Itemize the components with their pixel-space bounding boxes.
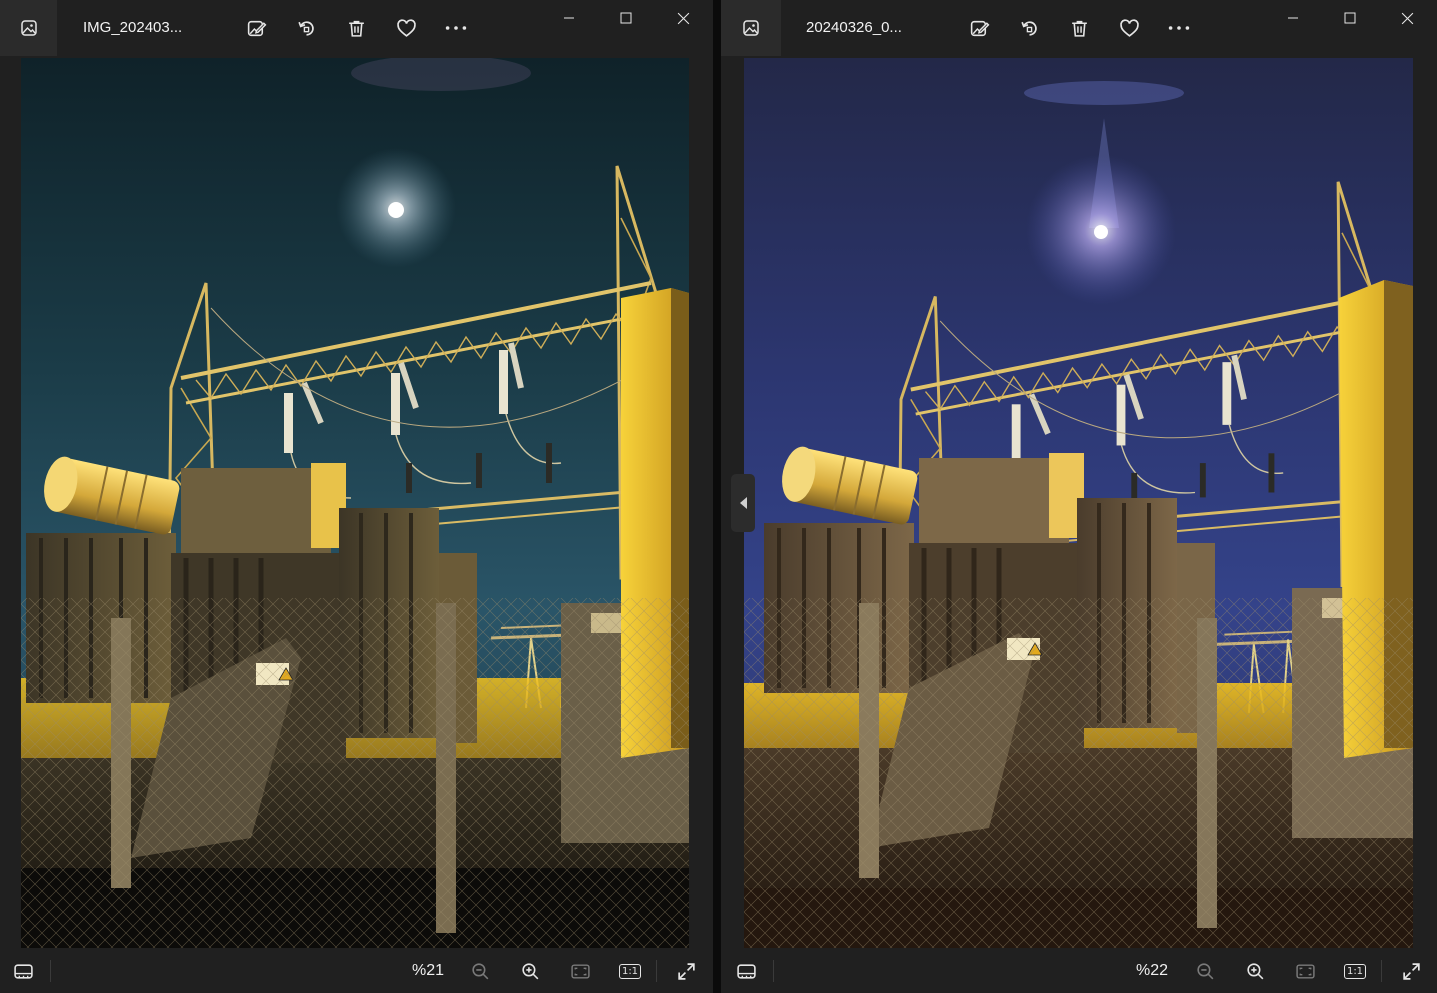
photos-app-icon[interactable] [721, 0, 781, 56]
delete-icon[interactable] [342, 14, 370, 42]
fit-to-window-icon[interactable] [566, 957, 594, 985]
maximize-button[interactable] [611, 4, 641, 32]
rotate-icon[interactable] [292, 14, 320, 42]
toolbar-separator [773, 960, 774, 982]
zoom-in-icon[interactable] [1241, 957, 1269, 985]
photo-canvas[interactable] [21, 58, 689, 948]
actual-size-icon: 1:1 [618, 963, 642, 979]
close-button[interactable] [668, 4, 698, 32]
photo-canvas[interactable] [744, 58, 1413, 948]
collapse-panel-button[interactable] [731, 474, 755, 532]
maximize-button[interactable] [1335, 4, 1365, 32]
favorite-icon[interactable] [1115, 14, 1143, 42]
minimize-button[interactable] [1278, 4, 1308, 32]
fullscreen-icon[interactable] [672, 957, 700, 985]
zoom-out-icon[interactable] [1191, 957, 1219, 985]
fit-to-window-icon[interactable] [1291, 957, 1319, 985]
zoom-level: %22 [1136, 962, 1169, 979]
filmstrip-icon[interactable] [9, 957, 37, 985]
bottom-toolbar: %22 1:1 [721, 948, 1437, 993]
title-bar: 20240326_0... [721, 0, 1437, 56]
edit-image-icon[interactable] [242, 14, 270, 42]
photos-app-icon[interactable] [0, 0, 57, 56]
more-icon[interactable] [442, 14, 470, 42]
zoom-level: %21 [412, 962, 445, 979]
actual-size-icon: 1:1 [1343, 963, 1367, 979]
toolbar-separator [1381, 960, 1382, 982]
filmstrip-icon[interactable] [732, 957, 760, 985]
substation-night-photo [21, 58, 689, 948]
window-gap [713, 0, 721, 993]
left-photo-viewer-window: IMG_202403... %21 1:1 [0, 0, 713, 993]
delete-icon[interactable] [1065, 14, 1093, 42]
toolbar-separator [50, 960, 51, 982]
actual-size-button[interactable]: 1:1 [616, 957, 644, 985]
bottom-toolbar: %21 1:1 [0, 948, 713, 993]
right-photo-viewer-window: 20240326_0... %22 1:1 [721, 0, 1437, 993]
favorite-icon[interactable] [392, 14, 420, 42]
close-button[interactable] [1392, 4, 1422, 32]
toolbar-separator [656, 960, 657, 982]
chevron-left-icon [738, 496, 748, 510]
file-name-title: IMG_202403... [83, 19, 183, 36]
edit-image-icon[interactable] [965, 14, 993, 42]
substation-night-photo [744, 58, 1413, 948]
actual-size-button[interactable]: 1:1 [1341, 957, 1369, 985]
minimize-button[interactable] [554, 4, 584, 32]
more-icon[interactable] [1165, 14, 1193, 42]
rotate-icon[interactable] [1015, 14, 1043, 42]
zoom-out-icon[interactable] [466, 957, 494, 985]
file-name-title: 20240326_0... [806, 19, 902, 36]
fullscreen-icon[interactable] [1397, 957, 1425, 985]
zoom-in-icon[interactable] [516, 957, 544, 985]
title-bar: IMG_202403... [0, 0, 713, 56]
